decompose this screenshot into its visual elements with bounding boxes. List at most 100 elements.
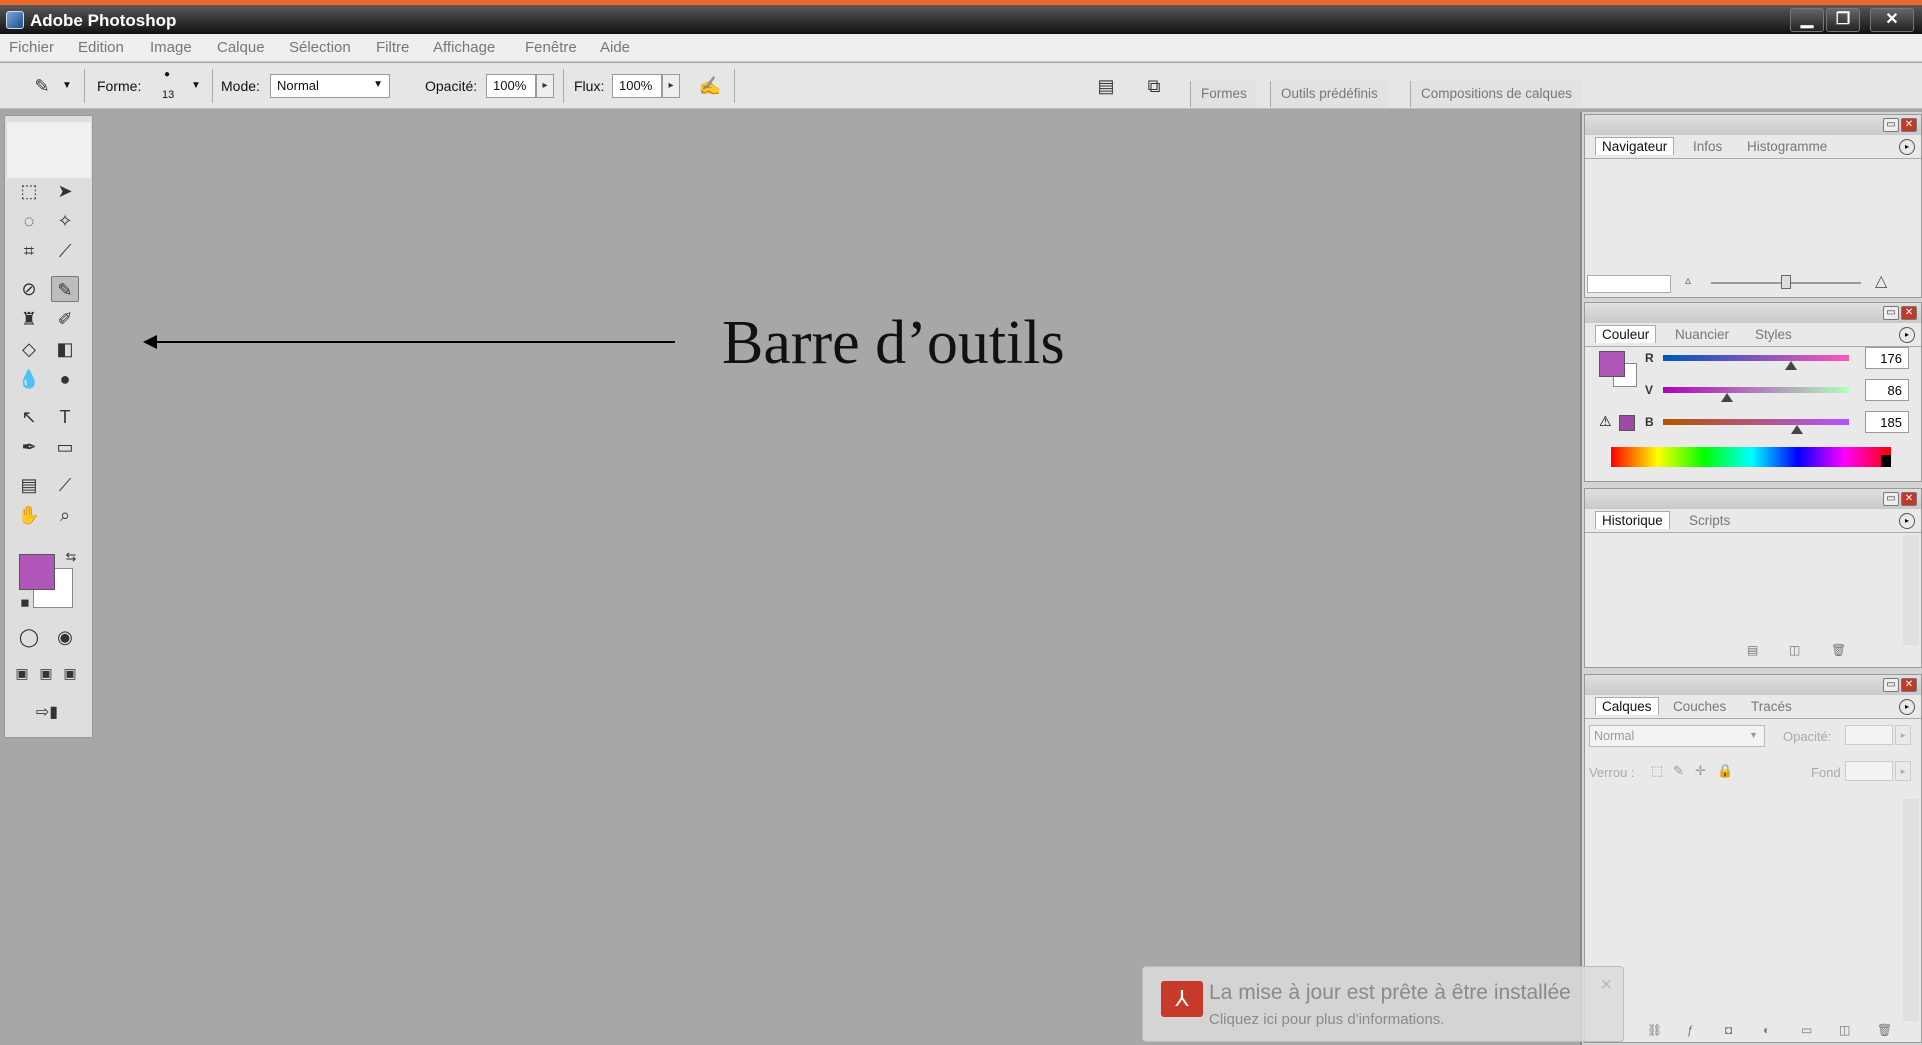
channel-v-thumb[interactable]	[1721, 393, 1733, 402]
close-icon[interactable]: ✕	[1901, 492, 1917, 506]
panel-menu-icon[interactable]: ▸	[1899, 699, 1915, 715]
tab-historique[interactable]: Historique	[1595, 511, 1670, 529]
marquee-tool-icon[interactable]: ⬚	[15, 178, 43, 204]
update-notification[interactable]: ⅄ La mise à jour est prête à être instal…	[1142, 966, 1624, 1042]
history-brush-icon[interactable]: ✐	[51, 306, 79, 332]
feather-logo[interactable]	[7, 122, 91, 178]
layer-opacity-input[interactable]	[1845, 725, 1893, 745]
opacity-input[interactable]: 100%	[486, 74, 536, 98]
jump-to-imageready-icon[interactable]: ⇨▮	[19, 700, 75, 726]
screen-mode-standard-icon[interactable]: ▣	[11, 660, 33, 686]
lock-transparency-icon[interactable]: ⬚	[1651, 763, 1663, 779]
new-snapshot-icon[interactable]: ◫	[1789, 643, 1800, 657]
tab-histogramme[interactable]: Histogramme	[1747, 139, 1827, 154]
gradient-tool-icon[interactable]: ◧	[51, 336, 79, 362]
panel-menu-icon[interactable]: ▸	[1899, 327, 1915, 343]
channel-r-slider[interactable]	[1663, 355, 1849, 361]
new-group-icon[interactable]: ▭	[1801, 1023, 1812, 1037]
chevron-down-icon[interactable]: ▼	[62, 80, 72, 91]
notes-tool-icon[interactable]: ▤	[15, 472, 43, 498]
opacity-slider-button[interactable]: ▸	[536, 74, 554, 98]
color-ramp[interactable]	[1611, 447, 1891, 467]
eraser-tool-icon[interactable]: ◇	[15, 336, 43, 362]
tab-traces[interactable]: Tracés	[1751, 699, 1792, 714]
channel-b-value[interactable]: 185	[1865, 411, 1909, 433]
zoom-out-icon[interactable]: ▵	[1685, 273, 1691, 287]
zoom-slider-thumb[interactable]	[1781, 275, 1791, 289]
link-layers-icon[interactable]: ⛓	[1647, 1023, 1662, 1037]
panel-menu-icon[interactable]: ▸	[1899, 513, 1915, 529]
fill-arrow[interactable]: ▸	[1895, 761, 1911, 781]
file-browser-icon[interactable]: ▤	[1092, 73, 1120, 99]
tab-nuancier[interactable]: Nuancier	[1675, 327, 1729, 342]
menu-filtre[interactable]: Filtre	[376, 39, 409, 56]
close-icon[interactable]: ✕	[1901, 306, 1917, 320]
new-document-icon[interactable]: ▤	[1747, 643, 1758, 657]
quick-mask-icon[interactable]: ◉	[51, 624, 79, 650]
well-tab-compositions[interactable]: Compositions de calques	[1410, 81, 1582, 107]
new-layer-icon[interactable]: ◫	[1839, 1023, 1850, 1037]
mode-select[interactable]: Normal ▼	[270, 74, 390, 98]
lasso-tool-icon[interactable]: ◌	[15, 208, 43, 234]
palette-toggle-icon[interactable]: ⧉	[1140, 73, 1168, 99]
close-icon[interactable]: ✕	[1901, 118, 1917, 132]
menu-selection[interactable]: Sélection	[289, 39, 351, 56]
trash-icon[interactable]: 🗑	[1877, 1023, 1892, 1037]
gamut-warning-icon[interactable]: ⚠	[1599, 413, 1612, 430]
dodge-tool-icon[interactable]: ●	[51, 366, 79, 392]
lock-position-icon[interactable]: ✛	[1695, 763, 1706, 779]
tab-scripts[interactable]: Scripts	[1689, 513, 1730, 528]
lock-pixels-icon[interactable]: ✎	[1673, 763, 1684, 779]
standard-mode-icon[interactable]: ◯	[15, 624, 43, 650]
brush-tool-icon[interactable]: ✎	[51, 276, 79, 302]
pen-tool-icon[interactable]: ✒	[15, 434, 43, 460]
gamut-color-chip[interactable]	[1619, 415, 1635, 431]
close-button[interactable]: ✕	[1870, 8, 1914, 32]
scrollbar[interactable]	[1903, 535, 1919, 645]
menu-image[interactable]: Image	[150, 39, 192, 56]
path-selection-icon[interactable]: ↖	[15, 404, 43, 430]
minimize-button[interactable]: ▁	[1790, 8, 1824, 32]
tab-styles[interactable]: Styles	[1755, 327, 1792, 342]
channel-v-value[interactable]: 86	[1865, 379, 1909, 401]
scrollbar[interactable]	[1903, 799, 1919, 1021]
eyedropper-icon[interactable]: ⟋	[51, 472, 79, 498]
airbrush-icon[interactable]: ✍	[696, 73, 724, 99]
menu-affichage[interactable]: Affichage	[433, 39, 495, 56]
flux-input[interactable]: 100%	[612, 74, 662, 98]
menu-aide[interactable]: Aide	[600, 39, 630, 56]
tab-navigateur[interactable]: Navigateur	[1595, 137, 1675, 155]
type-tool-icon[interactable]: T	[51, 404, 79, 430]
layer-opacity-arrow[interactable]: ▸	[1895, 725, 1911, 745]
channel-r-thumb[interactable]	[1785, 361, 1797, 370]
layer-mask-icon[interactable]: ◘	[1725, 1023, 1732, 1037]
brush-dot-icon[interactable]: ●	[164, 69, 170, 80]
tab-infos[interactable]: Infos	[1693, 139, 1722, 154]
minimize-icon[interactable]: ▭	[1883, 118, 1899, 132]
menu-edition[interactable]: Edition	[78, 39, 124, 56]
adjustment-layer-icon[interactable]: ◐	[1763, 1023, 1770, 1037]
well-tab-outils-predefinis[interactable]: Outils prédéfinis	[1270, 81, 1388, 107]
default-colors-icon[interactable]: ◼	[11, 590, 39, 616]
screen-mode-full-icon[interactable]: ▣	[59, 660, 81, 686]
brush-dropdown-icon[interactable]: ▼	[191, 80, 201, 91]
lock-all-icon[interactable]: 🔒	[1717, 763, 1733, 779]
tab-couches[interactable]: Couches	[1673, 699, 1726, 714]
blur-tool-icon[interactable]: 💧	[15, 366, 43, 392]
slice-tool-icon[interactable]: ⟋	[51, 238, 79, 264]
layer-style-icon[interactable]: ƒ	[1687, 1023, 1694, 1037]
screen-mode-full-menu-icon[interactable]: ▣	[35, 660, 57, 686]
shape-tool-icon[interactable]: ▭	[51, 434, 79, 460]
blend-mode-select[interactable]: Normal ▼	[1589, 725, 1765, 747]
foreground-color-chip[interactable]	[1599, 351, 1625, 377]
tab-couleur[interactable]: Couleur	[1595, 325, 1657, 343]
menu-calque[interactable]: Calque	[217, 39, 265, 56]
healing-brush-icon[interactable]: ⊘	[15, 276, 43, 302]
black-swatch[interactable]	[1881, 455, 1891, 467]
menu-fichier[interactable]: Fichier	[9, 39, 54, 56]
brush-preset-icon[interactable]: ✎	[28, 73, 56, 99]
fill-input[interactable]	[1845, 761, 1893, 781]
close-icon[interactable]: ✕	[1600, 975, 1613, 995]
zoom-field[interactable]	[1587, 275, 1671, 293]
foreground-color-swatch[interactable]	[19, 554, 55, 590]
